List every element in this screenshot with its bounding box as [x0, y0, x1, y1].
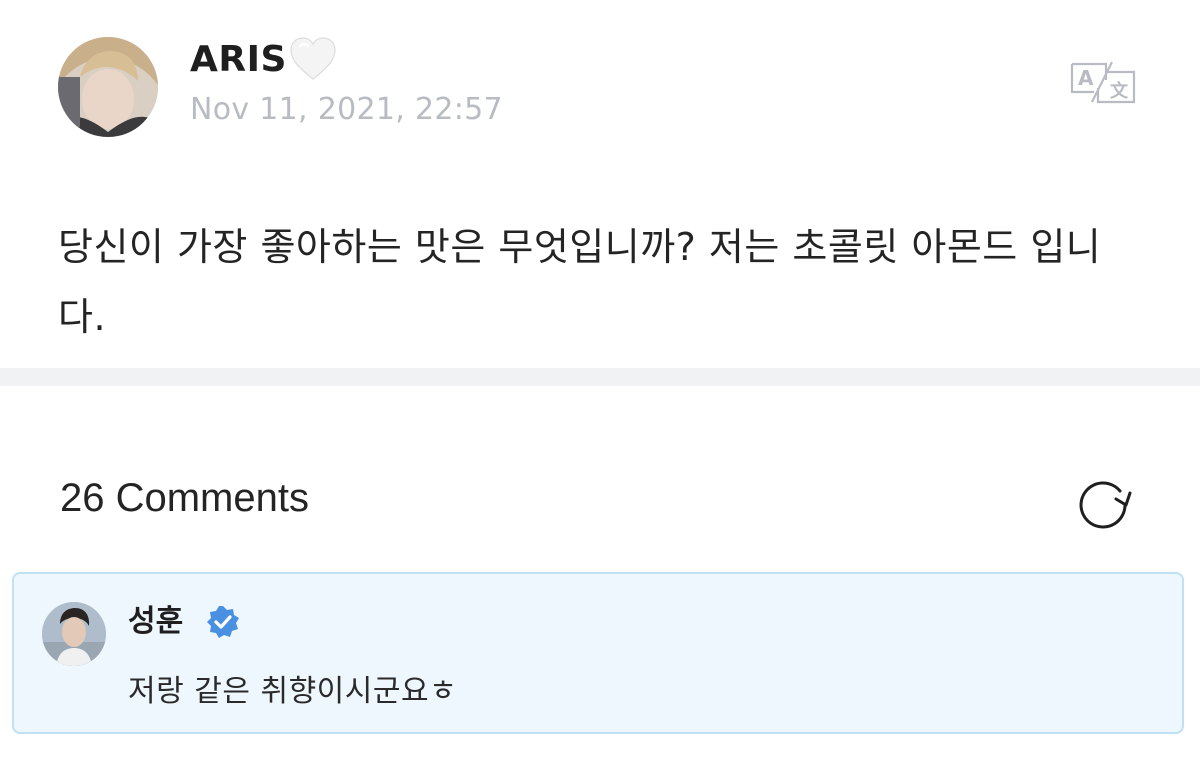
refresh-icon[interactable] [1072, 471, 1134, 529]
verified-badge-icon [207, 606, 239, 638]
translate-icon[interactable]: A 文 [1066, 58, 1138, 106]
section-divider [0, 368, 1200, 386]
comment-avatar-image [42, 602, 106, 666]
post-body: 당신이 가장 좋아하는 맛은 무엇입니까? 저는 초콜릿 아몬드 입니다. [58, 225, 1102, 339]
author-name[interactable]: ARIS [190, 40, 287, 80]
comments-count: 26 Comments [60, 476, 309, 520]
author-avatar-image [58, 37, 158, 137]
author-avatar[interactable] [58, 37, 158, 137]
post-date: Nov 11, 2021, 22:57 [190, 92, 503, 127]
post-header: ARIS Nov 11, 2021, 22:57 A 文 [0, 0, 1200, 160]
svg-text:A: A [1078, 66, 1094, 90]
comment-avatar[interactable] [42, 602, 106, 666]
white-heart-icon [290, 37, 336, 80]
comment-author[interactable]: 성훈 [128, 604, 183, 640]
comment-text: 저랑 같은 취향이시군요ㅎ [128, 674, 458, 709]
svg-text:文: 文 [1110, 80, 1129, 102]
comment-item-highlighted[interactable]: 성훈 저랑 같은 취향이시군요ㅎ [12, 572, 1184, 734]
